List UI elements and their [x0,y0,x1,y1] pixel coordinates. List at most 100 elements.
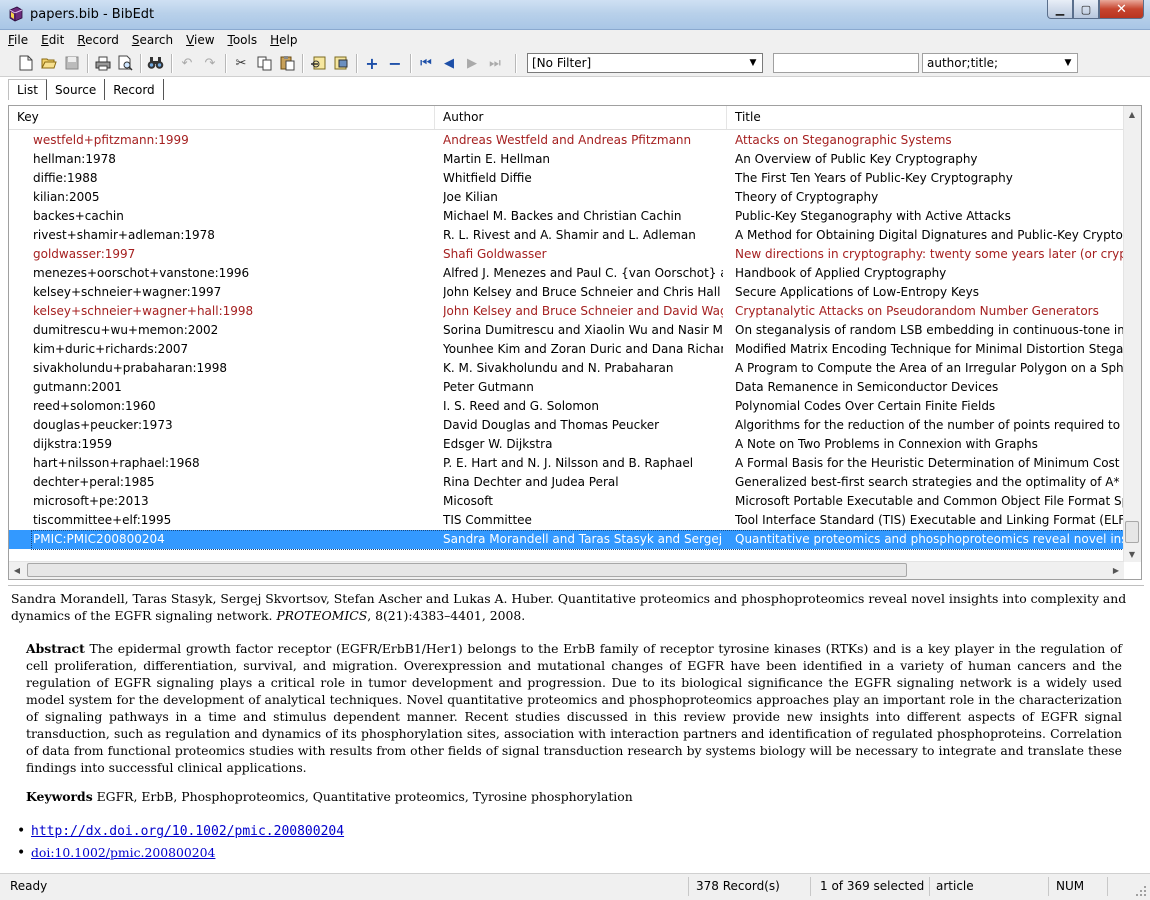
menu-search[interactable]: Search [132,33,173,47]
maximize-button[interactable]: ▢ [1073,0,1099,19]
table-row[interactable]: kilian:2005 Joe Kilian Theory of Cryptogra… [9,188,1124,207]
previous-record-button[interactable]: ◀ [440,54,458,72]
view-tabs: List Source Record [8,79,164,101]
first-icon: ⏮ [420,55,432,71]
table-row[interactable]: microsoft+pe:2013 Micosoft Microsoft Porta… [9,492,1124,511]
doi-link[interactable]: doi:10.1002/pmic.200800204 [31,845,215,860]
row-title: Attacks on Steganographic Systems [735,133,952,147]
table-row[interactable]: sivakholundu+prabaharan:1998 K. M. Sivakh… [9,359,1124,378]
num-lock-indicator: NUM [1056,879,1085,893]
menu-help[interactable]: Help [270,33,297,47]
print-preview-button[interactable] [117,54,135,72]
table-row[interactable]: kelsey+schneier+wagner+hall:1998 John Kel… [9,302,1124,321]
row-title: An Overview of Public Key Cryptography [735,152,978,166]
add-record-button[interactable]: + [363,54,381,73]
menu-file[interactable]: File [8,33,28,47]
export-button[interactable] [332,54,350,72]
table-row[interactable]: diffie:1988 Whitfield Diffie The First Ten… [9,169,1124,188]
scroll-right-icon[interactable]: ▶ [1108,562,1124,578]
table-row[interactable]: backes+cachin Michael M. Backes and Chris… [9,207,1124,226]
vertical-scrollbar[interactable]: ▲ ▼ [1123,106,1141,562]
resize-grip-icon[interactable] [1135,885,1147,897]
tab-record[interactable]: Record [105,79,164,100]
horizontal-scrollbar[interactable]: ◀ ▶ [9,561,1124,579]
menu-tools[interactable]: Tools [228,33,258,47]
table-row[interactable]: dijkstra:1959 Edsger W. Dijkstra A Note on… [9,435,1124,454]
sort-dropdown[interactable]: author;title; ▼ [922,53,1078,73]
find-button[interactable] [146,54,164,72]
table-row[interactable]: tiscommittee+elf:1995 TIS Committee Tool I… [9,511,1124,530]
scroll-down-icon[interactable]: ▼ [1124,546,1140,562]
paste-button[interactable] [278,54,296,72]
table-row[interactable]: rivest+shamir+adleman:1978 R. L. Rivest a… [9,226,1124,245]
row-author: David Douglas and Thomas Peucker [443,418,660,432]
record-list[interactable]: Key Author Title westfeld+pfitzmann:1999… [8,105,1142,580]
column-header-author[interactable]: Author [435,106,727,129]
filter-dropdown[interactable]: [No Filter] ▼ [527,53,763,73]
table-row[interactable]: dechter+peral:1985 Rina Dechter and Judea… [9,473,1124,492]
menu-edit[interactable]: Edit [41,33,64,47]
row-key: kelsey+schneier+wagner:1997 [33,285,222,299]
sort-value: author;title; [927,56,999,70]
export-icon [334,56,347,70]
table-row[interactable]: kelsey+schneier+wagner:1997 John Kelsey a… [9,283,1124,302]
horizontal-scroll-thumb[interactable] [27,563,907,577]
table-row[interactable]: hart+nilsson+raphael:1968 P. E. Hart and … [9,454,1124,473]
column-header-title[interactable]: Title [727,106,1124,129]
import-button[interactable] [309,54,327,72]
menu-bar: File Edit Record Search View Tools Help [0,30,1150,50]
table-row[interactable]: dumitrescu+wu+memon:2002 Sorina Dumitresc… [9,321,1124,340]
delete-record-button[interactable]: − [386,53,404,73]
tab-source[interactable]: Source [47,79,106,100]
vertical-scroll-thumb[interactable] [1125,521,1139,543]
menu-view[interactable]: View [186,33,214,47]
table-row[interactable]: PMIC:PMIC200800204 Sandra Morandell and T… [9,530,1124,550]
chevron-down-icon: ▼ [1064,58,1072,68]
table-row[interactable]: reed+solomon:1960 I. S. Reed and G. Solom… [9,397,1124,416]
list-rows: westfeld+pfitzmann:1999 Andreas Westfeld … [9,131,1124,550]
minus-icon: − [388,53,402,73]
cut-button[interactable]: ✂ [232,54,250,72]
row-key: kim+duric+richards:2007 [33,342,189,356]
redo-button[interactable]: ↷ [201,54,219,72]
list-item: • http://dx.doi.org/10.1002/pmic.2008002… [8,820,344,842]
save-button[interactable] [63,54,81,72]
table-row[interactable]: menezes+oorschot+vanstone:1996 Alfred J. … [9,264,1124,283]
row-author: Edsger W. Dijkstra [443,437,553,451]
undo-button[interactable]: ↶ [178,54,196,72]
book-icon [9,6,23,22]
status-separator [1107,877,1108,896]
quick-search-input[interactable] [773,53,919,73]
url-link[interactable]: http://dx.doi.org/10.1002/pmic.200800204 [31,824,344,839]
minimize-button[interactable]: ▁ [1047,0,1073,19]
toolbar-separator [225,54,227,73]
print-button[interactable] [94,54,112,72]
copy-button[interactable] [255,54,273,72]
table-row[interactable]: westfeld+pfitzmann:1999 Andreas Westfeld … [9,131,1124,150]
row-title: A Note on Two Problems in Connexion with… [735,437,1038,451]
row-key: dijkstra:1959 [33,437,113,451]
last-record-button[interactable]: ⏭ [486,54,504,72]
binoculars-icon [147,57,163,69]
selection-count: 1 of 369 selected [820,879,925,893]
window-title: papers.bib - BibEdt [30,7,155,22]
next-record-button[interactable]: ▶ [463,54,481,72]
menu-record[interactable]: Record [77,33,118,47]
scroll-left-icon[interactable]: ◀ [9,562,25,578]
copy-icon [257,56,271,70]
first-record-button[interactable]: ⏮ [417,54,435,72]
new-file-button[interactable] [17,54,35,72]
table-row[interactable]: douglas+peucker:1973 David Douglas and Th… [9,416,1124,435]
table-row[interactable]: hellman:1978 Martin E. Hellman An Overview… [9,150,1124,169]
scroll-up-icon[interactable]: ▲ [1124,106,1140,122]
table-row[interactable]: goldwasser:1997 Shafi Goldwasser New direc… [9,245,1124,264]
column-header-key[interactable]: Key [9,106,435,129]
table-row[interactable]: gutmann:2001 Peter Gutmann Data Remanence … [9,378,1124,397]
open-button[interactable] [40,54,58,72]
tab-list[interactable]: List [8,79,47,100]
table-row[interactable]: kim+duric+richards:2007 Younhee Kim and Z… [9,340,1124,359]
title-bar[interactable]: papers.bib - BibEdt ▁ ▢ ✕ [0,0,1150,30]
filter-value: [No Filter] [532,56,592,70]
close-button[interactable]: ✕ [1099,0,1144,19]
paste-icon [280,56,294,71]
